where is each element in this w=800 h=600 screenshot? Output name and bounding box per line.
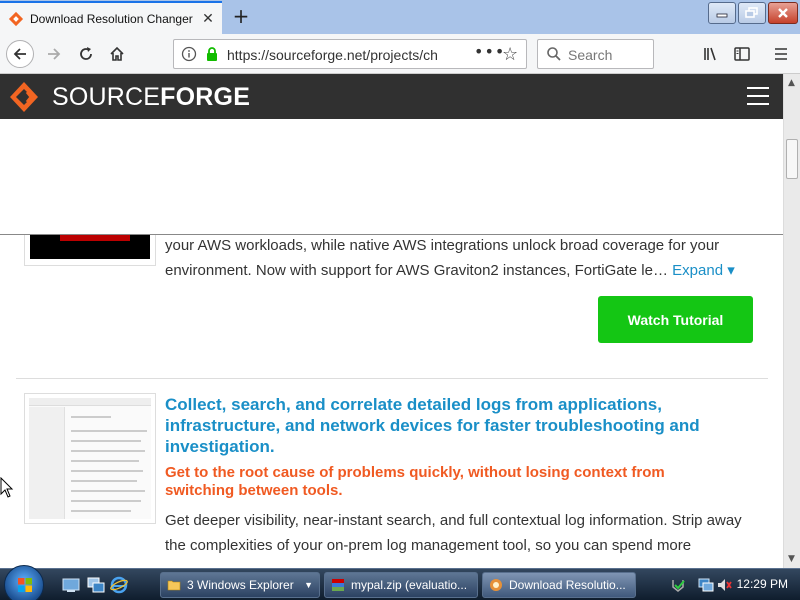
taskbar-item-label: Download Resolutio...	[509, 578, 626, 592]
card1-body-text: your AWS workloads, while native AWS int…	[165, 237, 720, 279]
minimize-button[interactable]	[708, 2, 736, 24]
network-icon[interactable]	[698, 577, 714, 593]
taskbar-item-winrar[interactable]: mypal.zip (evaluatio...	[324, 572, 478, 598]
search-placeholder: Search	[568, 47, 613, 63]
menu-button[interactable]	[767, 40, 795, 68]
windows-logo-icon	[18, 578, 32, 592]
windows-taskbar: 3 Windows Explorer ▼ mypal.zip (evaluati…	[0, 565, 800, 600]
expand-link[interactable]: Expand ▾	[672, 262, 735, 279]
mouse-cursor-icon	[0, 477, 14, 498]
taskbar-item-explorer[interactable]: 3 Windows Explorer ▼	[160, 572, 320, 598]
browser-icon	[490, 579, 502, 591]
scroll-down-icon[interactable]: ▼	[788, 554, 795, 564]
info-icon[interactable]	[181, 46, 197, 62]
scrollbar-thumb[interactable]	[786, 139, 798, 179]
forward-arrow-icon	[48, 48, 61, 60]
library-icon	[704, 47, 716, 61]
page-actions-icon[interactable]: •••	[474, 42, 505, 61]
url-text[interactable]: https://sourceforge.net/projects/ch	[227, 47, 437, 63]
start-button[interactable]	[4, 565, 44, 600]
sidebar-icon	[734, 47, 750, 61]
volume-muted-icon[interactable]	[716, 577, 732, 593]
sourceforge-favicon-icon	[8, 11, 24, 26]
new-tab-icon[interactable]: +	[229, 5, 253, 29]
taskbar-item-label: mypal.zip (evaluatio...	[351, 578, 468, 592]
ad-space	[0, 119, 783, 235]
tab-title: Download Resolution Changer	[30, 11, 193, 26]
card1-description: your AWS workloads, while native AWS int…	[165, 233, 765, 283]
sidebar-button[interactable]	[728, 40, 756, 68]
close-window-button[interactable]	[768, 2, 798, 24]
reload-icon	[80, 47, 92, 60]
divider	[16, 378, 768, 379]
brand-light-text: SOURCE	[52, 83, 161, 111]
log-tool-thumbnail[interactable]	[24, 393, 156, 524]
minimize-icon	[716, 13, 728, 18]
page-viewport: SOURCEFORGE your AWS workloads, while na…	[0, 74, 783, 568]
winrar-icon	[332, 579, 344, 591]
navigation-toolbar: https://sourceforge.net/projects/ch ••• …	[0, 34, 800, 74]
scroll-up-icon[interactable]: ▲	[788, 78, 795, 88]
reload-button[interactable]	[72, 40, 100, 68]
menu-icon	[775, 48, 787, 60]
search-input[interactable]: Search	[537, 39, 654, 69]
search-icon	[547, 47, 561, 61]
home-button[interactable]	[103, 40, 131, 68]
page-scrollbar[interactable]: ▲ ▼	[783, 74, 800, 568]
clock[interactable]: 12:29 PM	[737, 577, 788, 591]
home-icon	[110, 46, 124, 61]
sourceforge-header: SOURCEFORGE	[0, 74, 783, 119]
group-arrow-icon: ▼	[304, 580, 313, 590]
fortinet-thumbnail[interactable]	[24, 235, 156, 266]
restore-button[interactable]	[738, 2, 766, 24]
taskbar-item-label: 3 Windows Explorer	[187, 578, 294, 592]
system-tray: 12:29 PM	[668, 569, 800, 600]
safely-remove-icon[interactable]	[670, 577, 686, 593]
site-menu-icon[interactable]	[747, 87, 769, 105]
sourceforge-logo-icon[interactable]	[8, 80, 48, 114]
tab-close-icon[interactable]: ✕	[198, 11, 218, 27]
bookmark-star-icon[interactable]: ☆	[502, 44, 518, 65]
address-bar[interactable]: https://sourceforge.net/projects/ch ••• …	[173, 39, 527, 69]
lock-icon[interactable]	[205, 46, 219, 62]
sourceforge-wordmark[interactable]: SOURCEFORGE	[52, 83, 250, 112]
library-button[interactable]	[697, 40, 725, 68]
forward-button[interactable]	[40, 40, 68, 68]
switch-windows-icon[interactable]	[87, 576, 105, 594]
card2-subtitle: Get to the root cause of problems quickl…	[165, 464, 665, 499]
window-controls	[708, 2, 798, 24]
show-desktop-icon[interactable]	[62, 576, 80, 594]
brand-bold-text: FORGE	[160, 83, 251, 111]
card2-description: Get deeper visibility, near-instant sear…	[165, 512, 742, 554]
back-arrow-icon	[13, 48, 26, 60]
browser-tab-active[interactable]: Download Resolution Changer ✕	[0, 1, 222, 34]
taskbar-item-browser[interactable]: Download Resolutio...	[482, 572, 636, 598]
restore-icon	[745, 7, 758, 18]
watch-tutorial-button[interactable]: Watch Tutorial	[598, 296, 753, 343]
internet-explorer-icon[interactable]	[110, 576, 128, 594]
card2-title-link[interactable]: Collect, search, and correlate detailed …	[165, 394, 725, 457]
back-button[interactable]	[6, 40, 34, 68]
folder-icon	[167, 580, 181, 591]
close-icon	[778, 8, 788, 18]
tab-strip: Download Resolution Changer ✕ +	[0, 0, 800, 34]
